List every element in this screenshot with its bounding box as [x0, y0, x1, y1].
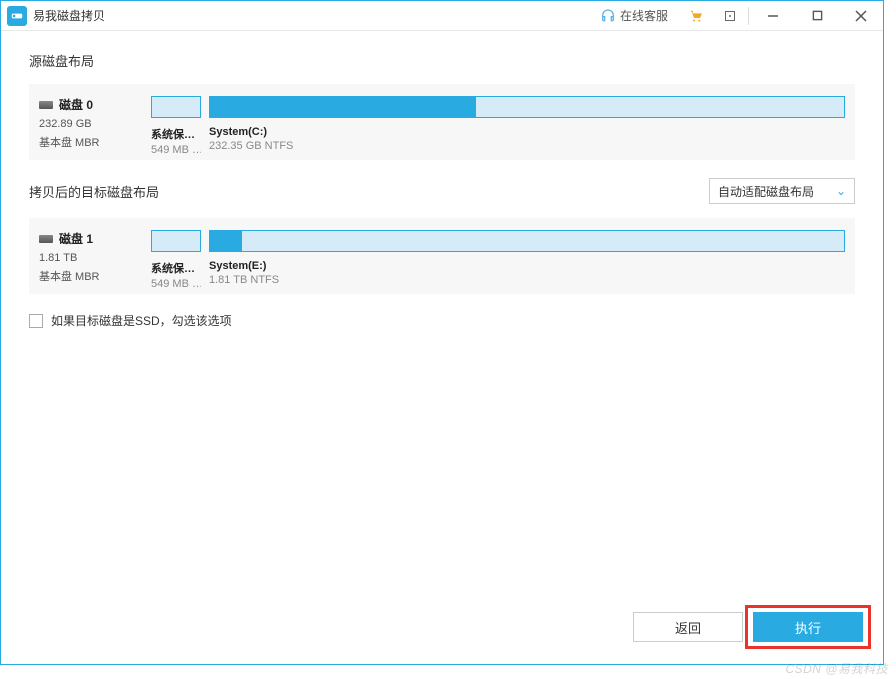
- source-heading: 源磁盘布局: [29, 51, 855, 70]
- target-disk-type: 基本盘 MBR: [39, 270, 151, 285]
- maximize-button[interactable]: [795, 1, 839, 30]
- partition-detail: 549 MB …: [151, 278, 201, 290]
- back-button[interactable]: 返回: [633, 612, 743, 642]
- partition-detail: 1.81 TB NTFS: [209, 274, 845, 286]
- target-disk-name: 磁盘 1: [59, 230, 93, 247]
- app-icon: [7, 6, 27, 26]
- maximize-icon: [812, 10, 823, 21]
- layout-mode-dropdown[interactable]: 自动适配磁盘布局 ⌄: [709, 178, 855, 204]
- minimize-icon: [767, 10, 779, 22]
- partition-label: 系统保…: [151, 126, 201, 142]
- online-service-label: 在线客服: [620, 7, 668, 24]
- minimize-button[interactable]: [751, 1, 795, 30]
- footer-buttons: 返回 执行: [633, 612, 863, 642]
- titlebar-right: 在线客服: [590, 1, 883, 30]
- source-disk-panel: 磁盘 0 232.89 GB 基本盘 MBR 系统保… 549 MB … Sys…: [29, 84, 855, 160]
- watermark: CSDN @易我科技: [785, 660, 888, 677]
- close-button[interactable]: [839, 1, 883, 30]
- target-disk-size: 1.81 TB: [39, 251, 151, 266]
- chevron-down-icon: ⌄: [836, 184, 846, 198]
- disk-icon: [39, 235, 53, 243]
- partition-detail: 549 MB …: [151, 144, 201, 156]
- titlebar: 易我磁盘拷贝 在线客服: [1, 1, 883, 31]
- partition-label: System(C:): [209, 126, 845, 138]
- ssd-checkbox[interactable]: [29, 314, 43, 328]
- target-partitions: 系统保… 549 MB … System(E:) 1.81 TB NTFS: [151, 230, 845, 290]
- titlebar-separator: [748, 7, 749, 25]
- source-disk-size: 232.89 GB: [39, 117, 151, 132]
- app-window: 易我磁盘拷贝 在线客服 源磁盘布局: [0, 0, 884, 665]
- source-disk-info: 磁盘 0 232.89 GB 基本盘 MBR: [39, 96, 151, 152]
- target-disk-info: 磁盘 1 1.81 TB 基本盘 MBR: [39, 230, 151, 286]
- partition[interactable]: 系统保… 549 MB …: [151, 230, 201, 290]
- cart-button[interactable]: [678, 1, 714, 30]
- source-disk-type: 基本盘 MBR: [39, 136, 151, 151]
- online-service-button[interactable]: 在线客服: [590, 1, 678, 30]
- source-partitions: 系统保… 549 MB … System(C:) 232.35 GB NTFS: [151, 96, 845, 156]
- partition-label: 系统保…: [151, 260, 201, 276]
- headset-icon: [600, 8, 616, 24]
- partition[interactable]: System(C:) 232.35 GB NTFS: [209, 96, 845, 156]
- close-icon: [855, 10, 867, 22]
- partition[interactable]: 系统保… 549 MB …: [151, 96, 201, 156]
- content-area: 源磁盘布局 磁盘 0 232.89 GB 基本盘 MBR 系统保… 549 MB…: [1, 31, 883, 329]
- execute-button[interactable]: 执行: [753, 612, 863, 642]
- extra-button[interactable]: [714, 1, 746, 30]
- target-heading: 拷贝后的目标磁盘布局: [29, 182, 159, 201]
- partition[interactable]: System(E:) 1.81 TB NTFS: [209, 230, 845, 290]
- partition-label: System(E:): [209, 260, 845, 272]
- cart-icon: [688, 8, 704, 24]
- square-dot-icon: [724, 10, 736, 22]
- partition-detail: 232.35 GB NTFS: [209, 140, 845, 152]
- target-header-row: 拷贝后的目标磁盘布局 自动适配磁盘布局 ⌄: [29, 178, 855, 204]
- ssd-option-row: 如果目标磁盘是SSD，勾选该选项: [29, 312, 855, 329]
- target-disk-panel: 磁盘 1 1.81 TB 基本盘 MBR 系统保… 549 MB … Syste…: [29, 218, 855, 294]
- disk-icon: [39, 101, 53, 109]
- titlebar-left: 易我磁盘拷贝: [1, 6, 105, 26]
- app-title: 易我磁盘拷贝: [33, 7, 105, 24]
- dropdown-label: 自动适配磁盘布局: [718, 183, 814, 200]
- ssd-checkbox-label: 如果目标磁盘是SSD，勾选该选项: [51, 312, 232, 329]
- source-disk-name: 磁盘 0: [59, 96, 93, 113]
